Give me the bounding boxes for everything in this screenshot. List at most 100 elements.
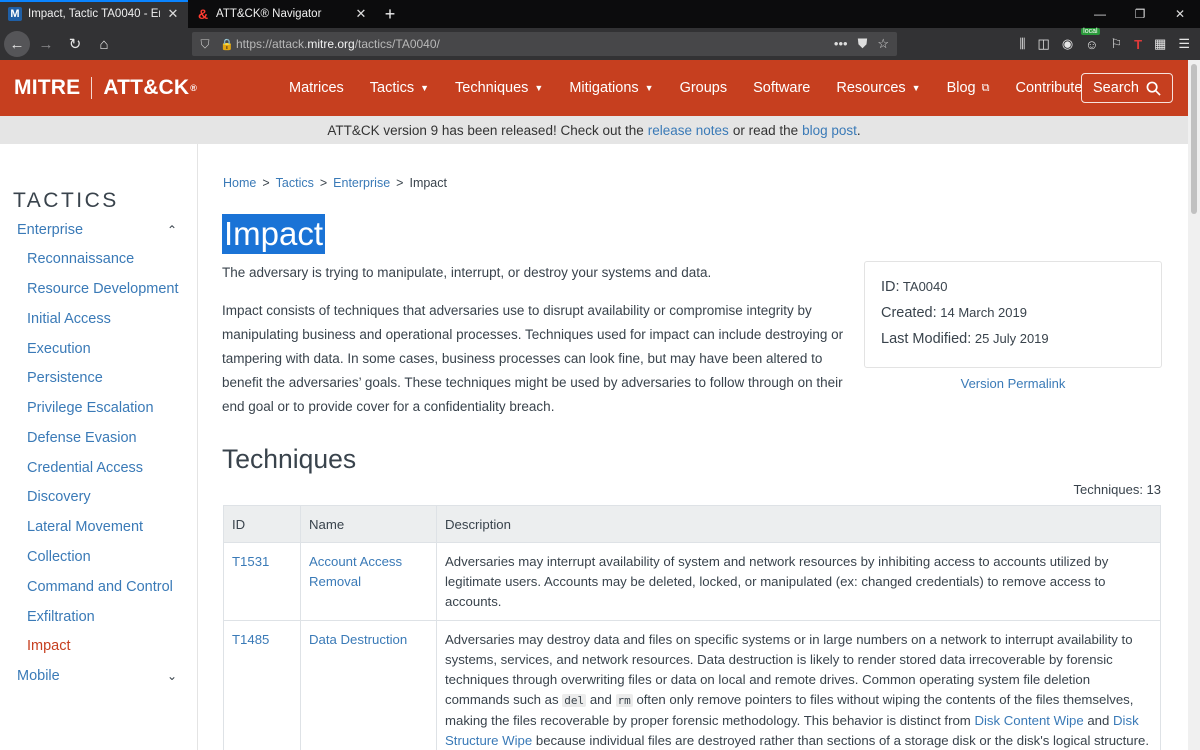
extension-local-icon[interactable]: local ☺ xyxy=(1081,27,1100,52)
technique-description: Adversaries may interrupt availability o… xyxy=(436,542,1161,621)
extension-t-icon[interactable]: T xyxy=(1134,37,1142,52)
library-icon[interactable]: ⫼ xyxy=(1020,36,1026,52)
breadcrumb-tactics[interactable]: Tactics xyxy=(276,176,314,190)
sidebar-item-lateral-movement[interactable]: Lateral Movement xyxy=(27,519,143,535)
desc-text: and xyxy=(1087,713,1110,728)
sidebar-item-exfiltration[interactable]: Exfiltration xyxy=(27,609,95,625)
close-window-icon[interactable]: ✕ xyxy=(1160,0,1200,28)
minimize-icon[interactable]: — xyxy=(1080,0,1120,28)
technique-name-link[interactable]: Account Access Removal xyxy=(300,542,437,621)
blog-post-link[interactable]: blog post xyxy=(802,123,857,138)
caret-down-icon: ▼ xyxy=(644,83,654,93)
nav-mitigations[interactable]: Mitigations ▼ xyxy=(556,80,666,96)
breadcrumb-sep: > xyxy=(396,176,404,190)
caret-down-icon: ▼ xyxy=(420,83,430,93)
browser-tab-active[interactable]: M Impact, Tactic TA0040 - Enterprise ✕ xyxy=(0,0,188,28)
technique-description: Adversaries may destroy data and files o… xyxy=(436,620,1161,750)
logo-mitre: MITRE xyxy=(14,76,81,99)
sidebar-item-credential-access[interactable]: Credential Access xyxy=(27,460,143,476)
search-button[interactable]: Search xyxy=(1081,73,1173,103)
sidebar-item-persistence[interactable]: Persistence xyxy=(27,370,103,386)
sidebar-item-initial-access[interactable]: Initial Access xyxy=(27,311,111,327)
browser-toolbar-right: ⫼ ◫ ◉ local ☺ ⚐ T ▦ ☰ xyxy=(1020,27,1200,60)
table-row: T1531 Account Access Removal Adversaries… xyxy=(223,542,1161,621)
bookmark-star-icon[interactable]: ☆ xyxy=(877,36,889,52)
nav-label: Software xyxy=(753,80,811,96)
nav-software[interactable]: Software xyxy=(740,80,823,96)
page-actions-icon[interactable]: ••• xyxy=(834,36,848,52)
close-tab-icon[interactable]: ✕ xyxy=(354,6,368,22)
sidebar-item-privilege-escalation[interactable]: Privilege Escalation xyxy=(27,400,154,416)
breadcrumb-current: Impact xyxy=(409,176,447,190)
back-arrow-icon[interactable]: ← xyxy=(4,31,30,57)
window-controls: — ❐ ✕ xyxy=(1080,0,1200,28)
nav-resources[interactable]: Resources ▼ xyxy=(823,80,933,96)
chevron-up-icon[interactable]: ⌃ xyxy=(167,223,177,237)
sidebar-group-enterprise[interactable]: Enterprise ⌃ xyxy=(17,222,182,238)
technique-name-link[interactable]: Data Destruction xyxy=(300,620,437,750)
translate-extension-icon[interactable]: ⚐ xyxy=(1110,36,1122,52)
extensions-grid-icon[interactable]: ▦ xyxy=(1154,36,1166,52)
nav-groups[interactable]: Groups xyxy=(667,80,741,96)
nav-label: Tactics xyxy=(369,80,415,96)
breadcrumb-sep: > xyxy=(319,176,328,190)
info-label: Created: xyxy=(881,305,937,321)
column-header-id[interactable]: ID xyxy=(223,505,301,543)
sidebar-group-label: Enterprise xyxy=(17,222,84,238)
column-header-description[interactable]: Description xyxy=(436,505,1161,543)
url-bar[interactable]: ⛉ 🔒 https://attack.mitre.org/tactics/TA0… xyxy=(192,32,897,56)
sidebar-toggle-icon[interactable]: ◫ xyxy=(1038,36,1050,52)
info-value: 25 July 2019 xyxy=(974,331,1049,346)
pocket-icon[interactable]: ⛊ xyxy=(858,36,868,52)
technique-id-link[interactable]: T1485 xyxy=(223,620,301,750)
reload-icon[interactable]: ↻ xyxy=(62,31,88,57)
scrollbar-thumb[interactable] xyxy=(1191,64,1197,214)
nav-blog[interactable]: Blog ⧉ xyxy=(934,80,1003,96)
menu-hamburger-icon[interactable]: ☰ xyxy=(1178,36,1190,52)
info-value: 14 March 2019 xyxy=(940,305,1027,320)
new-tab-button[interactable]: + xyxy=(376,0,404,28)
attack-navigator-icon: & xyxy=(197,6,209,22)
tactic-description: Impact consists of techniques that adver… xyxy=(222,303,844,414)
sidebar-item-defense-evasion[interactable]: Defense Evasion xyxy=(27,430,137,446)
sidebar-item-discovery[interactable]: Discovery xyxy=(27,489,91,505)
main-nav: Matrices Tactics ▼ Techniques ▼ Mitigation… xyxy=(276,60,1095,116)
page-scrollbar[interactable] xyxy=(1188,60,1200,750)
breadcrumb-enterprise[interactable]: Enterprise xyxy=(333,176,390,190)
sidebar-item-impact[interactable]: Impact xyxy=(27,638,71,654)
info-created: Created: 14 March 2019 xyxy=(881,305,1145,331)
sidebar-item-collection[interactable]: Collection xyxy=(27,549,91,565)
breadcrumb-home[interactable]: Home xyxy=(223,176,256,190)
nav-label: Resources xyxy=(836,80,906,96)
browser-tab[interactable]: & ATT&CK® Navigator ✕ xyxy=(188,0,376,28)
external-link-icon: ⧉ xyxy=(981,81,990,94)
chevron-down-icon[interactable]: ⌄ xyxy=(167,669,177,683)
code-rm: rm xyxy=(615,694,633,707)
version-permalink-link[interactable]: Version Permalink xyxy=(864,376,1162,391)
nav-matrices[interactable]: Matrices xyxy=(276,80,357,96)
tactic-info-card: ID: TA0040 Created: 14 March 2019 Last M… xyxy=(864,261,1162,368)
sidebar-item-execution[interactable]: Execution xyxy=(27,341,91,357)
browser-tab-bar: M Impact, Tactic TA0040 - Enterprise ✕ &… xyxy=(0,0,1200,28)
tracking-shield-icon[interactable]: ⛉ xyxy=(192,37,218,52)
close-tab-icon[interactable]: ✕ xyxy=(166,6,180,22)
account-icon[interactable]: ◉ xyxy=(1062,36,1073,52)
sidebar-group-mobile[interactable]: Mobile ⌄ xyxy=(17,668,182,684)
nav-tactics[interactable]: Tactics ▼ xyxy=(357,80,442,96)
home-icon[interactable]: ⌂ xyxy=(91,31,117,57)
column-header-name[interactable]: Name xyxy=(300,505,437,543)
site-logo[interactable]: MITRE ATT&CK ® xyxy=(14,76,197,100)
nav-techniques[interactable]: Techniques ▼ xyxy=(442,80,556,96)
url-text[interactable]: https://attack.mitre.org/tactics/TA0040/ xyxy=(236,37,834,51)
technique-id-link[interactable]: T1531 xyxy=(223,542,301,621)
lock-icon[interactable]: 🔒 xyxy=(218,38,236,51)
extension-badge: local xyxy=(1081,27,1100,35)
forward-arrow-icon[interactable]: → xyxy=(33,31,59,57)
caret-down-icon: ▼ xyxy=(911,83,921,93)
disk-content-wipe-link[interactable]: Disk Content Wipe xyxy=(974,713,1083,728)
restore-icon[interactable]: ❐ xyxy=(1120,0,1160,28)
sidebar-item-reconnaissance[interactable]: Reconnaissance xyxy=(27,251,134,267)
release-notes-link[interactable]: release notes xyxy=(648,123,729,138)
sidebar-item-resource-development[interactable]: Resource Development xyxy=(27,281,179,297)
sidebar-item-command-and-control[interactable]: Command and Control xyxy=(27,579,173,595)
